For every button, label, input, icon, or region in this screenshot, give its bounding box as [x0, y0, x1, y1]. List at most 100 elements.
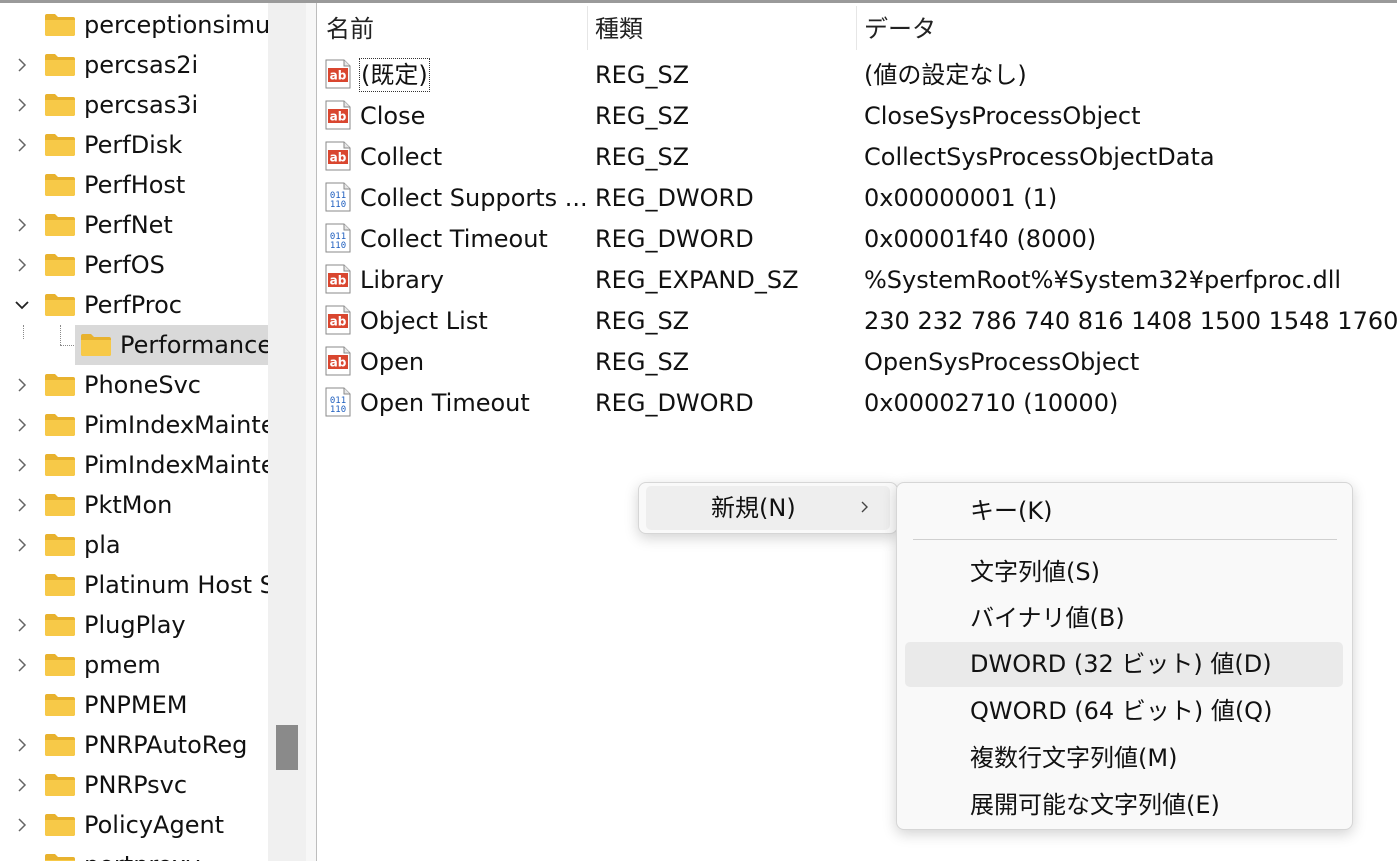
menu-item-label: バイナリ値(B) [970, 604, 1125, 632]
column-divider[interactable] [856, 6, 857, 50]
tree-item-label: percsas3i [84, 91, 199, 119]
pane-splitter[interactable] [306, 3, 317, 861]
menu-item-multi-string-value[interactable]: 複数行文字列値(M) [905, 736, 1343, 781]
folder-icon [44, 13, 76, 37]
tree-item[interactable]: PNRPAutoReg [0, 725, 268, 765]
tree-item-label: PimIndexMainte [84, 451, 268, 479]
menu-item-new-key[interactable]: キー(K) [905, 489, 1343, 534]
svg-text:ab: ab [330, 274, 347, 288]
tree-item-label: PerfDisk [84, 131, 183, 159]
context-menu: 新規(N) [638, 482, 898, 534]
folder-icon [44, 493, 76, 517]
value-name: Collect Timeout [360, 225, 548, 253]
folder-icon [44, 133, 76, 157]
chevron-down-icon[interactable] [14, 297, 30, 313]
chevron-right-icon[interactable] [14, 377, 30, 393]
menu-item-expandable-string-value[interactable]: 展開可能な文字列値(E) [905, 783, 1343, 828]
menu-item-label: 文字列値(S) [970, 558, 1100, 586]
svg-text:110: 110 [330, 405, 346, 415]
tree-item[interactable]: PerfDisk [0, 125, 268, 165]
value-type: REG_EXPAND_SZ [595, 266, 799, 294]
menu-item-new[interactable]: 新規(N) [646, 486, 890, 530]
binary-value-icon: 011 110 [322, 181, 354, 213]
value-row[interactable]: ab Close REG_SZ CloseSysProcessObject [317, 96, 1397, 137]
value-row[interactable]: 011 110 Collect Timeout REG_DWORD 0x00001f40… [317, 219, 1397, 260]
chevron-right-icon[interactable] [14, 57, 30, 73]
value-name: Collect Supports ... [360, 184, 588, 212]
value-row[interactable]: 011 110 Open Timeout REG_DWORD 0x00002710 (1… [317, 383, 1397, 424]
tree-item[interactable]: Platinum Host S [0, 565, 268, 605]
tree-item[interactable]: PolicyAgent [0, 805, 268, 845]
string-value-icon: ab [322, 304, 354, 336]
menu-item-label: 展開可能な文字列値(E) [970, 791, 1220, 819]
tree-item[interactable]: percsas3i [0, 85, 268, 125]
chevron-right-icon[interactable] [14, 217, 30, 233]
chevron-right-icon[interactable] [14, 137, 30, 153]
column-header-name[interactable]: 名前 [326, 9, 374, 49]
value-row[interactable]: ab (既定) REG_SZ (値の設定なし) [317, 55, 1397, 96]
tree-item[interactable]: PNRPsvc [0, 765, 268, 805]
menu-item-qword-value[interactable]: QWORD (64 ビット) 値(Q) [905, 689, 1343, 734]
registry-key-tree[interactable]: perceptionsimu percsas2i percsas3i PerfDisk… [0, 3, 268, 861]
svg-text:110: 110 [330, 241, 346, 251]
chevron-right-icon[interactable] [14, 97, 30, 113]
value-row[interactable]: ab Open REG_SZ OpenSysProcessObject [317, 342, 1397, 383]
chevron-right-icon[interactable] [14, 737, 30, 753]
tree-item[interactable]: PNPMEM [0, 685, 268, 725]
menu-item-dword-value[interactable]: DWORD (32 ビット) 値(D) [905, 642, 1343, 687]
value-data: CloseSysProcessObject [864, 102, 1141, 130]
chevron-right-icon[interactable] [14, 777, 30, 793]
chevron-right-icon[interactable] [14, 657, 30, 673]
chevron-right-icon[interactable] [14, 497, 30, 513]
tree-item[interactable]: PhoneSvc [0, 365, 268, 405]
tree-item-label: PerfOS [84, 251, 165, 279]
menu-item-string-value[interactable]: 文字列値(S) [905, 550, 1343, 595]
value-type: REG_DWORD [595, 225, 754, 253]
folder-icon [44, 613, 76, 637]
value-row[interactable]: ab Collect REG_SZ CollectSysProcessObjectDa… [317, 137, 1397, 178]
tree-item[interactable]: PimIndexMainte [0, 445, 268, 485]
tree-scrollbar-thumb[interactable] [276, 725, 298, 770]
tree-item-label: PNPMEM [84, 691, 188, 719]
tree-item[interactable]: PerfOS [0, 245, 268, 285]
chevron-right-icon[interactable] [14, 617, 30, 633]
value-row[interactable]: ab Object List REG_SZ 230 232 786 740 816 1… [317, 301, 1397, 342]
tree-item[interactable]: pla [0, 525, 268, 565]
value-row[interactable]: ab Library REG_EXPAND_SZ %SystemRoot%¥Syste… [317, 260, 1397, 301]
value-data: 0x00001f40 (8000) [864, 225, 1097, 253]
tree-item[interactable]: PktMon [0, 485, 268, 525]
column-header-data[interactable]: データ [864, 9, 936, 49]
value-name: Open [360, 348, 425, 376]
column-divider[interactable] [587, 6, 588, 50]
tree-item[interactable]: PimIndexMainte [0, 405, 268, 445]
tree-item[interactable]: PerfProc [0, 285, 268, 325]
tree-item[interactable]: PlugPlay [0, 605, 268, 645]
tree-item[interactable]: percsas2i [0, 45, 268, 85]
tree-item[interactable]: PerfHost [0, 165, 268, 205]
chevron-right-icon[interactable] [14, 817, 30, 833]
tree-item[interactable]: portproxy [0, 845, 268, 861]
value-row[interactable]: 011 110 Collect Supports ... REG_DWORD 0x000… [317, 178, 1397, 219]
chevron-right-icon[interactable] [14, 257, 30, 273]
chevron-right-icon[interactable] [14, 537, 30, 553]
tree-item[interactable]: perceptionsimu [0, 5, 268, 45]
folder-icon [44, 93, 76, 117]
tree-item-label: pmem [84, 651, 161, 679]
menu-item-label: QWORD (64 ビット) 値(Q) [970, 697, 1273, 725]
menu-item-binary-value[interactable]: バイナリ値(B) [905, 596, 1343, 641]
tree-item-label: PktMon [84, 491, 173, 519]
column-header-type[interactable]: 種類 [595, 9, 643, 49]
folder-icon [44, 813, 76, 837]
value-data: %SystemRoot%¥System32¥perfproc.dll [864, 266, 1342, 294]
folder-icon [44, 853, 76, 861]
string-value-icon: ab [322, 58, 354, 90]
tree-item[interactable]: PerfNet [0, 205, 268, 245]
chevron-right-icon[interactable] [14, 417, 30, 433]
binary-value-icon: 011 110 [322, 222, 354, 254]
tree-item-label: perceptionsimu [84, 11, 268, 39]
tree-item-selected[interactable]: Performance [0, 325, 268, 365]
folder-icon [44, 173, 76, 197]
chevron-right-icon[interactable] [14, 457, 30, 473]
tree-item[interactable]: pmem [0, 645, 268, 685]
value-type: REG_SZ [595, 102, 690, 130]
